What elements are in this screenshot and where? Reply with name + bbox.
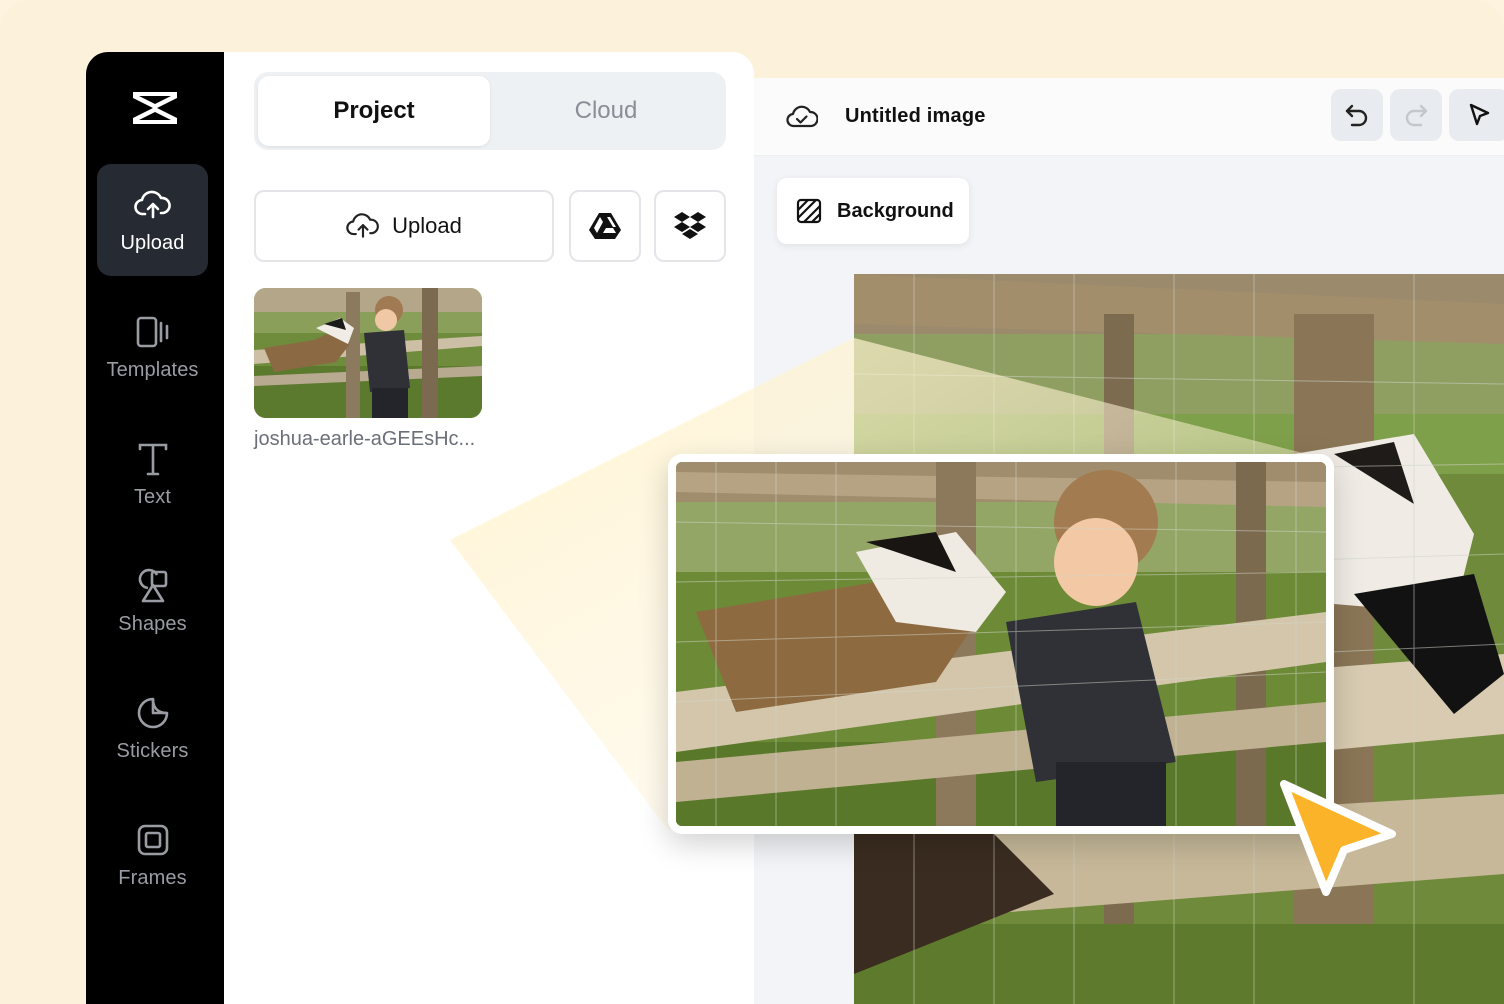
sidebar-item-label: Text bbox=[133, 485, 172, 508]
sidebar-item-text[interactable]: Text bbox=[97, 418, 208, 530]
upload-button[interactable]: Upload bbox=[254, 190, 554, 262]
zoomed-photo bbox=[676, 462, 1326, 826]
templates-icon bbox=[136, 316, 168, 347]
sidebar-item-shapes[interactable]: Shapes bbox=[97, 545, 208, 657]
zoomed-photo-art bbox=[676, 462, 1326, 826]
sidebar-item-upload[interactable]: Upload bbox=[97, 164, 208, 276]
background-button-label: Background bbox=[837, 199, 954, 222]
undo-icon bbox=[1345, 104, 1368, 127]
source-tabs: Project Cloud bbox=[254, 72, 726, 150]
sidebar-item-label: Frames bbox=[118, 866, 187, 889]
tab-project[interactable]: Project bbox=[258, 76, 490, 146]
background-pattern-icon bbox=[796, 198, 822, 224]
upload-button-label: Upload bbox=[392, 213, 462, 238]
thumbnail-filename: joshua-earle-aGEEsHc... bbox=[254, 428, 476, 450]
capcut-logo-icon bbox=[133, 92, 177, 124]
sidebar-item-templates[interactable]: Templates bbox=[97, 291, 208, 403]
cloud-upload-icon bbox=[133, 190, 171, 218]
cloud-upload-icon bbox=[346, 213, 379, 238]
sidebar-item-stickers[interactable]: Stickers bbox=[97, 672, 208, 784]
thumbnail-photo bbox=[254, 288, 482, 418]
dropbox-icon bbox=[674, 212, 706, 239]
sidebar-item-label: Templates bbox=[106, 358, 199, 381]
google-drive-icon bbox=[589, 213, 621, 239]
sidebar-item-label: Shapes bbox=[118, 612, 187, 635]
sidebar-item-label: Stickers bbox=[116, 739, 189, 762]
cursor-pointer-icon bbox=[1280, 780, 1396, 896]
shapes-icon bbox=[138, 568, 167, 602]
frame-icon bbox=[137, 824, 168, 855]
redo-button[interactable] bbox=[1390, 89, 1442, 141]
sticker-icon bbox=[137, 697, 168, 728]
tab-cloud[interactable]: Cloud bbox=[490, 76, 722, 146]
google-drive-button[interactable] bbox=[569, 190, 641, 262]
editor-toolbar: Untitled image bbox=[754, 78, 1504, 156]
zoomed-image-preview bbox=[668, 454, 1334, 834]
undo-button[interactable] bbox=[1331, 89, 1383, 141]
cloud-saved-icon[interactable] bbox=[786, 101, 818, 133]
background-button[interactable]: Background bbox=[777, 178, 969, 244]
document-title[interactable]: Untitled image bbox=[845, 105, 986, 128]
redo-icon bbox=[1405, 104, 1428, 127]
sidebar: Upload Templates Text Shapes Stickers Fr… bbox=[86, 52, 224, 1004]
pointer-icon bbox=[1469, 103, 1490, 126]
text-icon bbox=[138, 443, 167, 475]
dropbox-button[interactable] bbox=[654, 190, 726, 262]
sidebar-item-label: Upload bbox=[120, 231, 185, 254]
uploaded-image-thumbnail[interactable] bbox=[254, 288, 482, 418]
sidebar-item-frames[interactable]: Frames bbox=[97, 799, 208, 911]
select-tool-button[interactable] bbox=[1449, 89, 1504, 141]
